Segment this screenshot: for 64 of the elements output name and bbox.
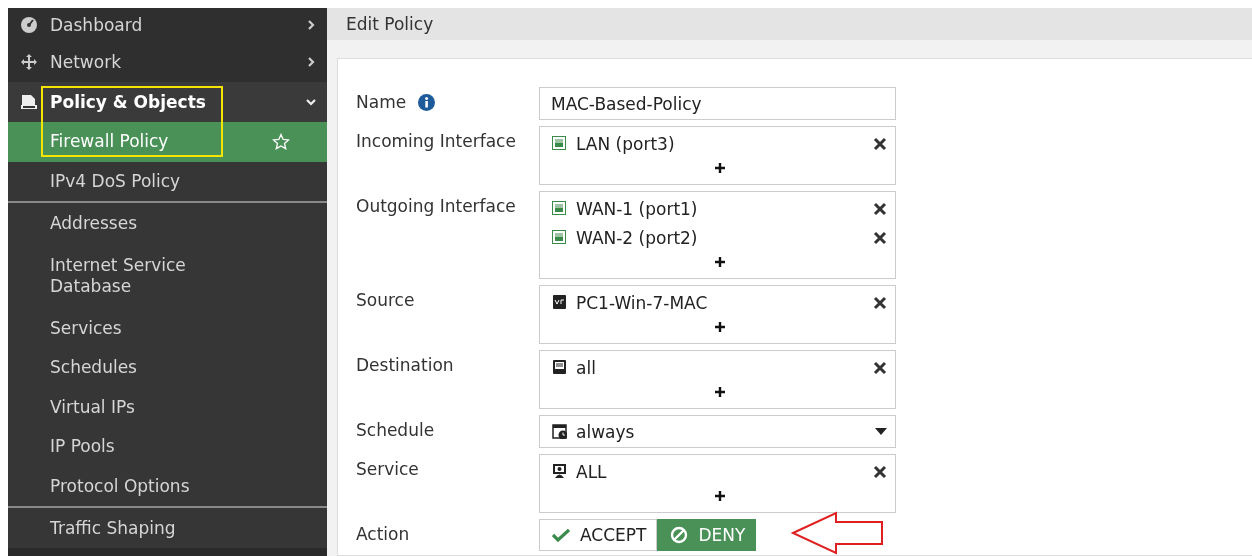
port-icon	[552, 201, 567, 216]
entry-label: ALL	[576, 461, 608, 482]
field-label: Source	[356, 290, 415, 310]
close-icon[interactable]	[873, 360, 887, 375]
field-label: Name	[356, 92, 407, 112]
document-icon	[20, 93, 38, 112]
close-icon[interactable]	[873, 230, 887, 245]
blocked-icon	[670, 526, 689, 544]
add-icon[interactable]	[714, 491, 725, 501]
sidebar-item[interactable]: IPv4 DoS Policy	[8, 161, 327, 202]
deny-button[interactable]: DENY	[657, 519, 757, 551]
entry-label: LAN (port3)	[576, 133, 676, 154]
entry-label: PC1-Win-7-MAC	[576, 292, 709, 313]
sidebar-item[interactable]: Dashboard	[8, 8, 327, 43]
field-label: Action	[356, 524, 410, 544]
caret-icon	[875, 428, 887, 435]
entry-label: WAN-1 (port1)	[576, 198, 699, 219]
multi-select-field[interactable]: WAN-1 (port1) WAN-2 (port2)	[539, 191, 896, 279]
multi-select-field[interactable]: all	[539, 350, 896, 409]
close-icon[interactable]	[873, 136, 887, 151]
close-icon[interactable]	[873, 201, 887, 216]
sidebar-item[interactable]: Traffic Shaping	[8, 508, 327, 549]
sidebar-item[interactable]: Services	[8, 308, 327, 348]
sidebar-item[interactable]: Schedules	[8, 347, 327, 388]
sidebar-item[interactable]: Addresses	[8, 203, 327, 243]
field-label: Incoming Interface	[356, 131, 516, 151]
chevron-right-icon	[305, 19, 317, 32]
sidebar-item[interactable]: Virtual IPs	[8, 387, 327, 428]
entry-label: WAN-2 (port2)	[576, 227, 699, 248]
add-icon[interactable]	[714, 163, 725, 173]
accept-button[interactable]: ACCEPT	[539, 519, 658, 551]
move-icon	[20, 53, 38, 72]
star-icon[interactable]	[272, 132, 290, 151]
text-field[interactable]: MAC-Based-Policy	[539, 87, 896, 120]
monitor-user-icon	[552, 464, 567, 479]
multi-select-field[interactable]: LAN (port3)	[539, 126, 896, 185]
address-book-icon	[552, 295, 567, 310]
calendar-icon	[552, 424, 567, 439]
chevron-right-icon	[305, 56, 317, 69]
close-icon[interactable]	[873, 295, 887, 310]
add-icon[interactable]	[714, 387, 725, 397]
port-icon	[552, 230, 567, 245]
gauge-icon	[20, 16, 38, 35]
page-title: Edit Policy	[346, 14, 434, 34]
dropdown[interactable]: always	[539, 415, 896, 448]
add-icon[interactable]	[714, 322, 725, 332]
address-book-icon	[552, 360, 567, 375]
sidebar-item[interactable]: Protocol Options	[8, 466, 327, 507]
multi-select-field[interactable]: ALL	[539, 454, 896, 513]
sidebar-item[interactable]: Internet Service Database	[8, 242, 327, 309]
sidebar-item[interactable]: IP Pools	[8, 427, 327, 467]
sidebar-item[interactable]: Network	[8, 42, 327, 83]
sidebar-item[interactable]: Firewall Policy	[8, 121, 327, 162]
field-label: Destination	[356, 355, 454, 375]
multi-select-field[interactable]: PC1-Win-7-MAC	[539, 285, 896, 344]
sidebar-item[interactable]: Policy & Objects	[8, 82, 327, 122]
close-icon[interactable]	[873, 464, 887, 479]
add-icon[interactable]	[714, 257, 725, 267]
port-icon	[552, 136, 567, 151]
entry-label: all	[576, 357, 597, 378]
field-label: Outgoing Interface	[356, 196, 516, 216]
field-label: Service	[356, 459, 419, 479]
check-icon	[552, 528, 570, 542]
field-label: Schedule	[356, 420, 435, 440]
